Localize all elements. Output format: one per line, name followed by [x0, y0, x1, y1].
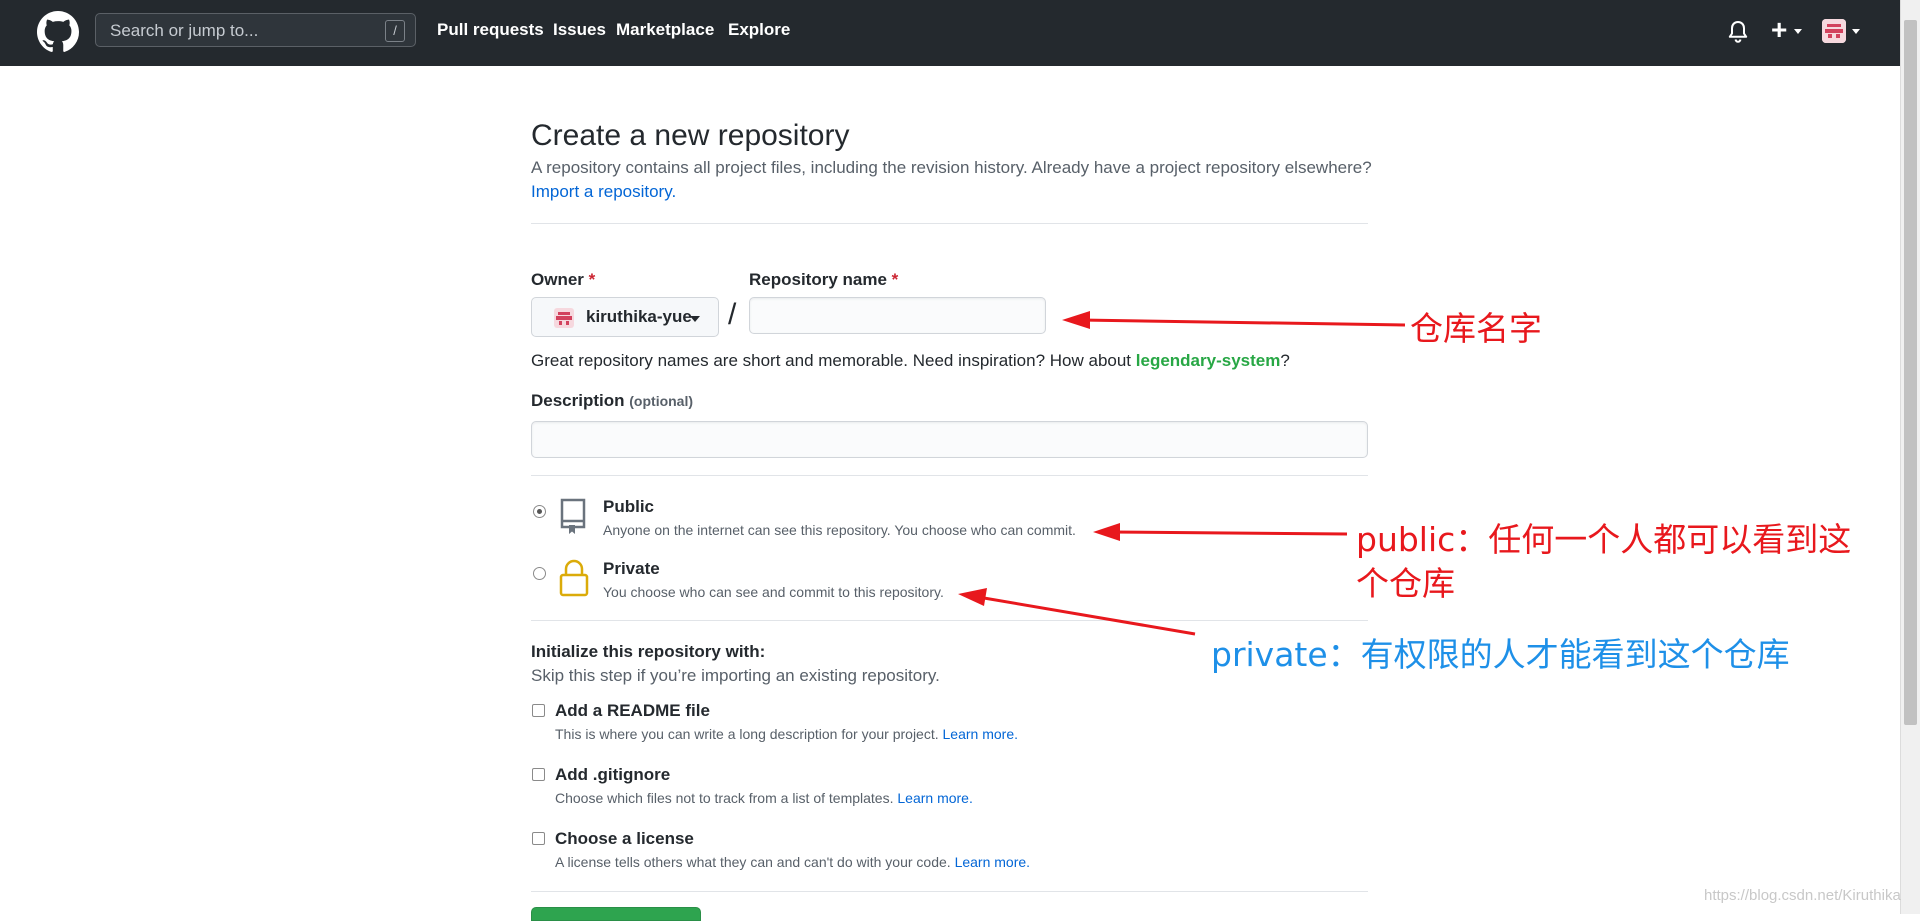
private-radio[interactable]: [533, 567, 546, 580]
divider: [531, 891, 1368, 892]
name-suggestion-link[interactable]: legendary-system: [1136, 351, 1281, 370]
repo-book-icon: [560, 498, 586, 534]
gitignore-learn-more-link[interactable]: Learn more.: [897, 790, 972, 806]
repository-name-input[interactable]: [749, 297, 1046, 334]
owner-repo-separator: /: [728, 298, 737, 331]
initialize-subtitle: Skip this step if you’re importing an ex…: [531, 666, 940, 685]
license-description: A license tells others what they can and…: [555, 854, 1030, 870]
owner-label: Owner *: [531, 270, 595, 290]
hint-text: Great repository names are short and mem…: [531, 351, 1136, 370]
page-scrollbar[interactable]: [1900, 0, 1920, 914]
required-mark: *: [588, 270, 596, 289]
public-annotation-line1: public：任何一个人都可以看到这: [1356, 520, 1852, 559]
page-title: Create a new repository: [531, 119, 850, 152]
readme-checkbox[interactable]: [532, 704, 545, 717]
repo-name-annotation: 仓库名字: [1410, 309, 1542, 348]
gitignore-description: Choose which files not to track from a l…: [555, 790, 973, 806]
description-label: Description (optional): [531, 391, 693, 411]
user-menu-caret-icon[interactable]: [1852, 29, 1860, 34]
notifications-bell-icon[interactable]: [1727, 20, 1749, 44]
search-input[interactable]: Search or jump to... /: [95, 13, 416, 47]
license-title: Choose a license: [555, 829, 694, 848]
owner-name: kiruthika-yue: [586, 307, 692, 326]
search-shortcut-key: /: [385, 20, 405, 42]
description-label-text: Description: [531, 391, 625, 410]
user-avatar[interactable]: [1822, 19, 1846, 43]
required-mark: *: [891, 270, 899, 289]
page-subtitle: A repository contains all project files,…: [531, 158, 1372, 177]
nav-explore[interactable]: Explore: [728, 20, 790, 40]
divider: [531, 620, 1368, 621]
arrow-repo-name: [1062, 311, 1406, 329]
nav-marketplace[interactable]: Marketplace: [616, 20, 714, 40]
public-annotation-line2: 个仓库: [1356, 564, 1455, 603]
readme-desc-text: This is where you can write a long descr…: [555, 726, 939, 742]
hint-suffix: ?: [1280, 351, 1290, 370]
search-placeholder: Search or jump to...: [110, 21, 259, 40]
readme-learn-more-link[interactable]: Learn more.: [943, 726, 1018, 742]
gitignore-title: Add .gitignore: [555, 765, 671, 784]
license-learn-more-link[interactable]: Learn more.: [955, 854, 1030, 870]
scrollbar-thumb[interactable]: [1904, 20, 1917, 725]
import-repository-link[interactable]: Import a repository.: [531, 182, 676, 202]
owner-select[interactable]: kiruthika-yue: [531, 297, 719, 337]
gitignore-desc-text: Choose which files not to track from a l…: [555, 790, 894, 806]
arrow-public: [1093, 523, 1348, 541]
private-title: Private: [603, 559, 660, 578]
divider: [531, 223, 1368, 224]
license-checkbox[interactable]: [532, 832, 545, 845]
chevron-down-icon: [690, 316, 700, 322]
private-annotation: private：有权限的人才能看到这个仓库: [1211, 635, 1790, 674]
public-description: Anyone on the internet can see this repo…: [603, 522, 1076, 538]
gitignore-checkbox[interactable]: [532, 768, 545, 781]
create-new-plus-icon[interactable]: +: [1771, 15, 1787, 45]
description-input[interactable]: [531, 421, 1368, 458]
initialize-title: Initialize this repository with:: [531, 642, 766, 661]
arrow-private: [958, 588, 1196, 636]
owner-avatar-icon: [554, 308, 574, 328]
identicon-icon: [1822, 19, 1846, 43]
repo-name-hint: Great repository names are short and mem…: [531, 351, 1290, 371]
create-repository-button[interactable]: [531, 907, 701, 921]
header-bar: Search or jump to... / Pull requests Iss…: [0, 0, 1900, 66]
readme-description: This is where you can write a long descr…: [555, 726, 1018, 742]
create-menu-caret-icon[interactable]: [1794, 29, 1802, 34]
divider: [531, 475, 1368, 476]
optional-tag: (optional): [629, 393, 694, 409]
readme-title: Add a README file: [555, 701, 710, 720]
owner-label-text: Owner: [531, 270, 584, 289]
lock-icon: [559, 559, 589, 597]
nav-issues[interactable]: Issues: [553, 20, 606, 40]
github-logo-icon[interactable]: [37, 11, 79, 53]
watermark: https://blog.csdn.net/Kiruthika: [1704, 887, 1901, 904]
license-desc-text: A license tells others what they can and…: [555, 854, 951, 870]
repo-name-label-text: Repository name: [749, 270, 887, 289]
public-radio[interactable]: [533, 505, 546, 518]
public-title: Public: [603, 497, 655, 516]
nav-pull-requests[interactable]: Pull requests: [437, 20, 544, 40]
private-description: You choose who can see and commit to thi…: [603, 584, 944, 600]
repo-name-label: Repository name *: [749, 270, 898, 290]
